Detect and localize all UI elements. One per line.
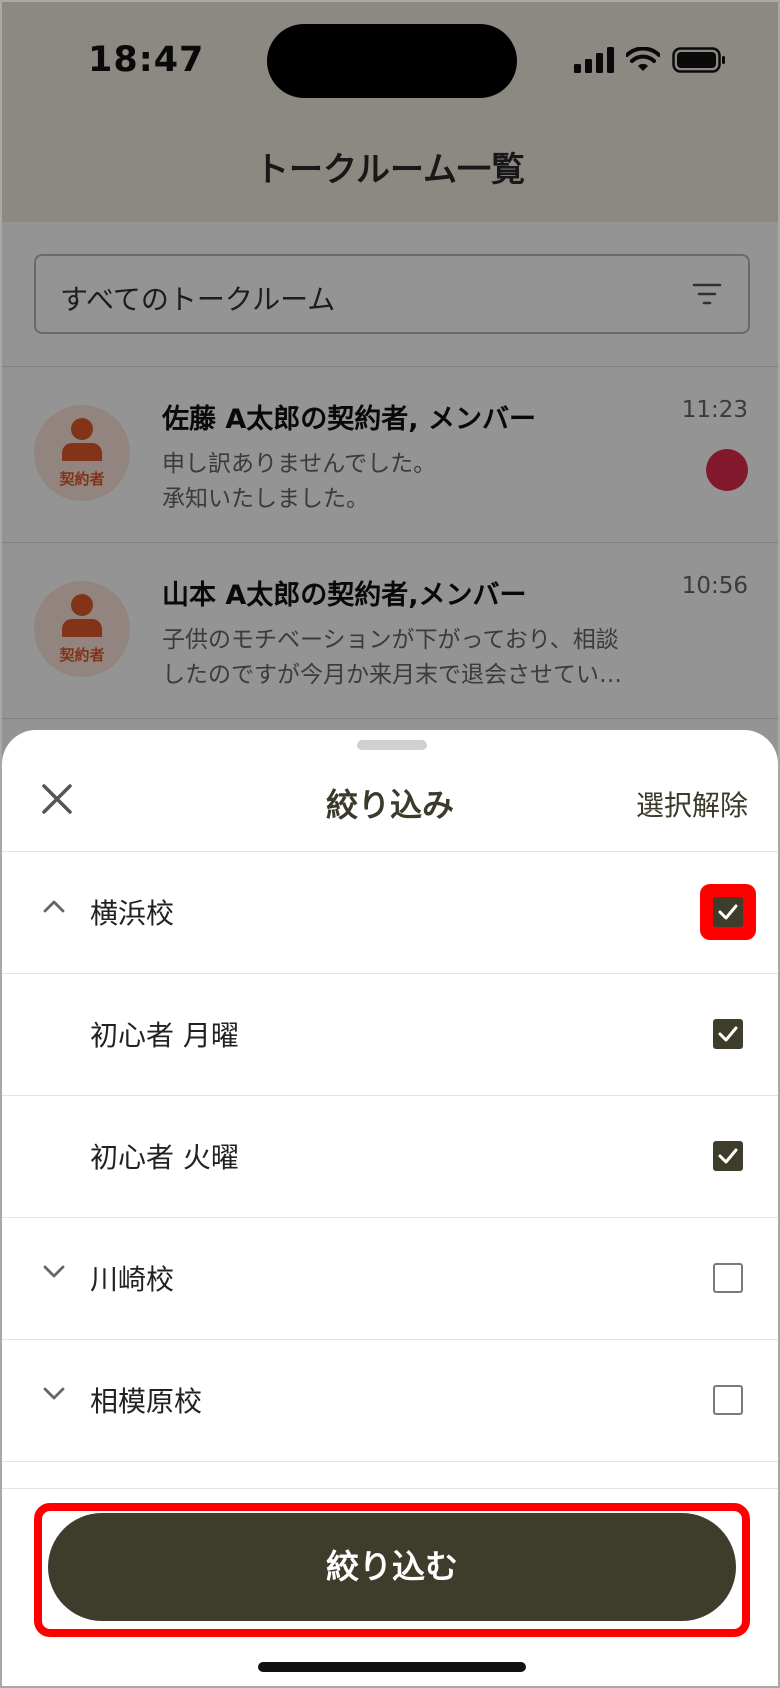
checkbox-checked[interactable] (713, 1019, 743, 1049)
option-label: 川崎校 (90, 1263, 175, 1296)
checkmark-icon (718, 1148, 738, 1164)
checkbox-container (700, 1128, 756, 1184)
clear-selection-button[interactable]: 選択解除 (636, 784, 748, 824)
checkbox-container (700, 1006, 756, 1062)
checkbox-checked[interactable] (713, 1141, 743, 1171)
option-label: 初心者 月曜 (90, 1019, 239, 1052)
option-row-yokohama[interactable]: 横浜校 (2, 852, 778, 974)
apply-filter-button[interactable]: 絞り込む (48, 1513, 736, 1621)
phone-screen: 18:47 トークルーム一覧 すべてのトークルーム 契約者 佐藤 A太郎の契約者… (0, 0, 780, 1688)
option-row-kawasaki[interactable]: 川崎校 (2, 1218, 778, 1340)
checkbox-unchecked[interactable] (713, 1263, 743, 1293)
checkbox-unchecked[interactable] (713, 1385, 743, 1415)
checkmark-icon (718, 1026, 738, 1042)
option-label: 相模原校 (90, 1385, 203, 1418)
checkbox-container (700, 1250, 756, 1306)
chevron-up-icon[interactable] (42, 898, 66, 914)
sheet-grabber[interactable] (357, 740, 427, 750)
filter-bottom-sheet: 絞り込み 選択解除 横浜校 初心者 月曜 初心者 火曜 川崎校 相模原校 絞り込… (2, 730, 778, 1686)
checkmark-icon (718, 904, 738, 920)
sheet-footer: 絞り込む (2, 1488, 778, 1686)
chevron-down-icon[interactable] (42, 1264, 66, 1280)
option-label: 初心者 火曜 (90, 1141, 239, 1174)
checkbox-highlight (700, 884, 756, 940)
option-row-beginner-monday[interactable]: 初心者 月曜 (2, 974, 778, 1096)
chevron-down-icon[interactable] (42, 1386, 66, 1402)
checkbox-checked[interactable] (713, 897, 743, 927)
home-indicator[interactable] (258, 1662, 526, 1672)
checkbox-container (700, 1372, 756, 1428)
option-label: 横浜校 (90, 897, 175, 930)
sheet-header: 絞り込み 選択解除 (2, 758, 778, 852)
option-row-beginner-tuesday[interactable]: 初心者 火曜 (2, 1096, 778, 1218)
option-row-sagamihara[interactable]: 相模原校 (2, 1340, 778, 1462)
